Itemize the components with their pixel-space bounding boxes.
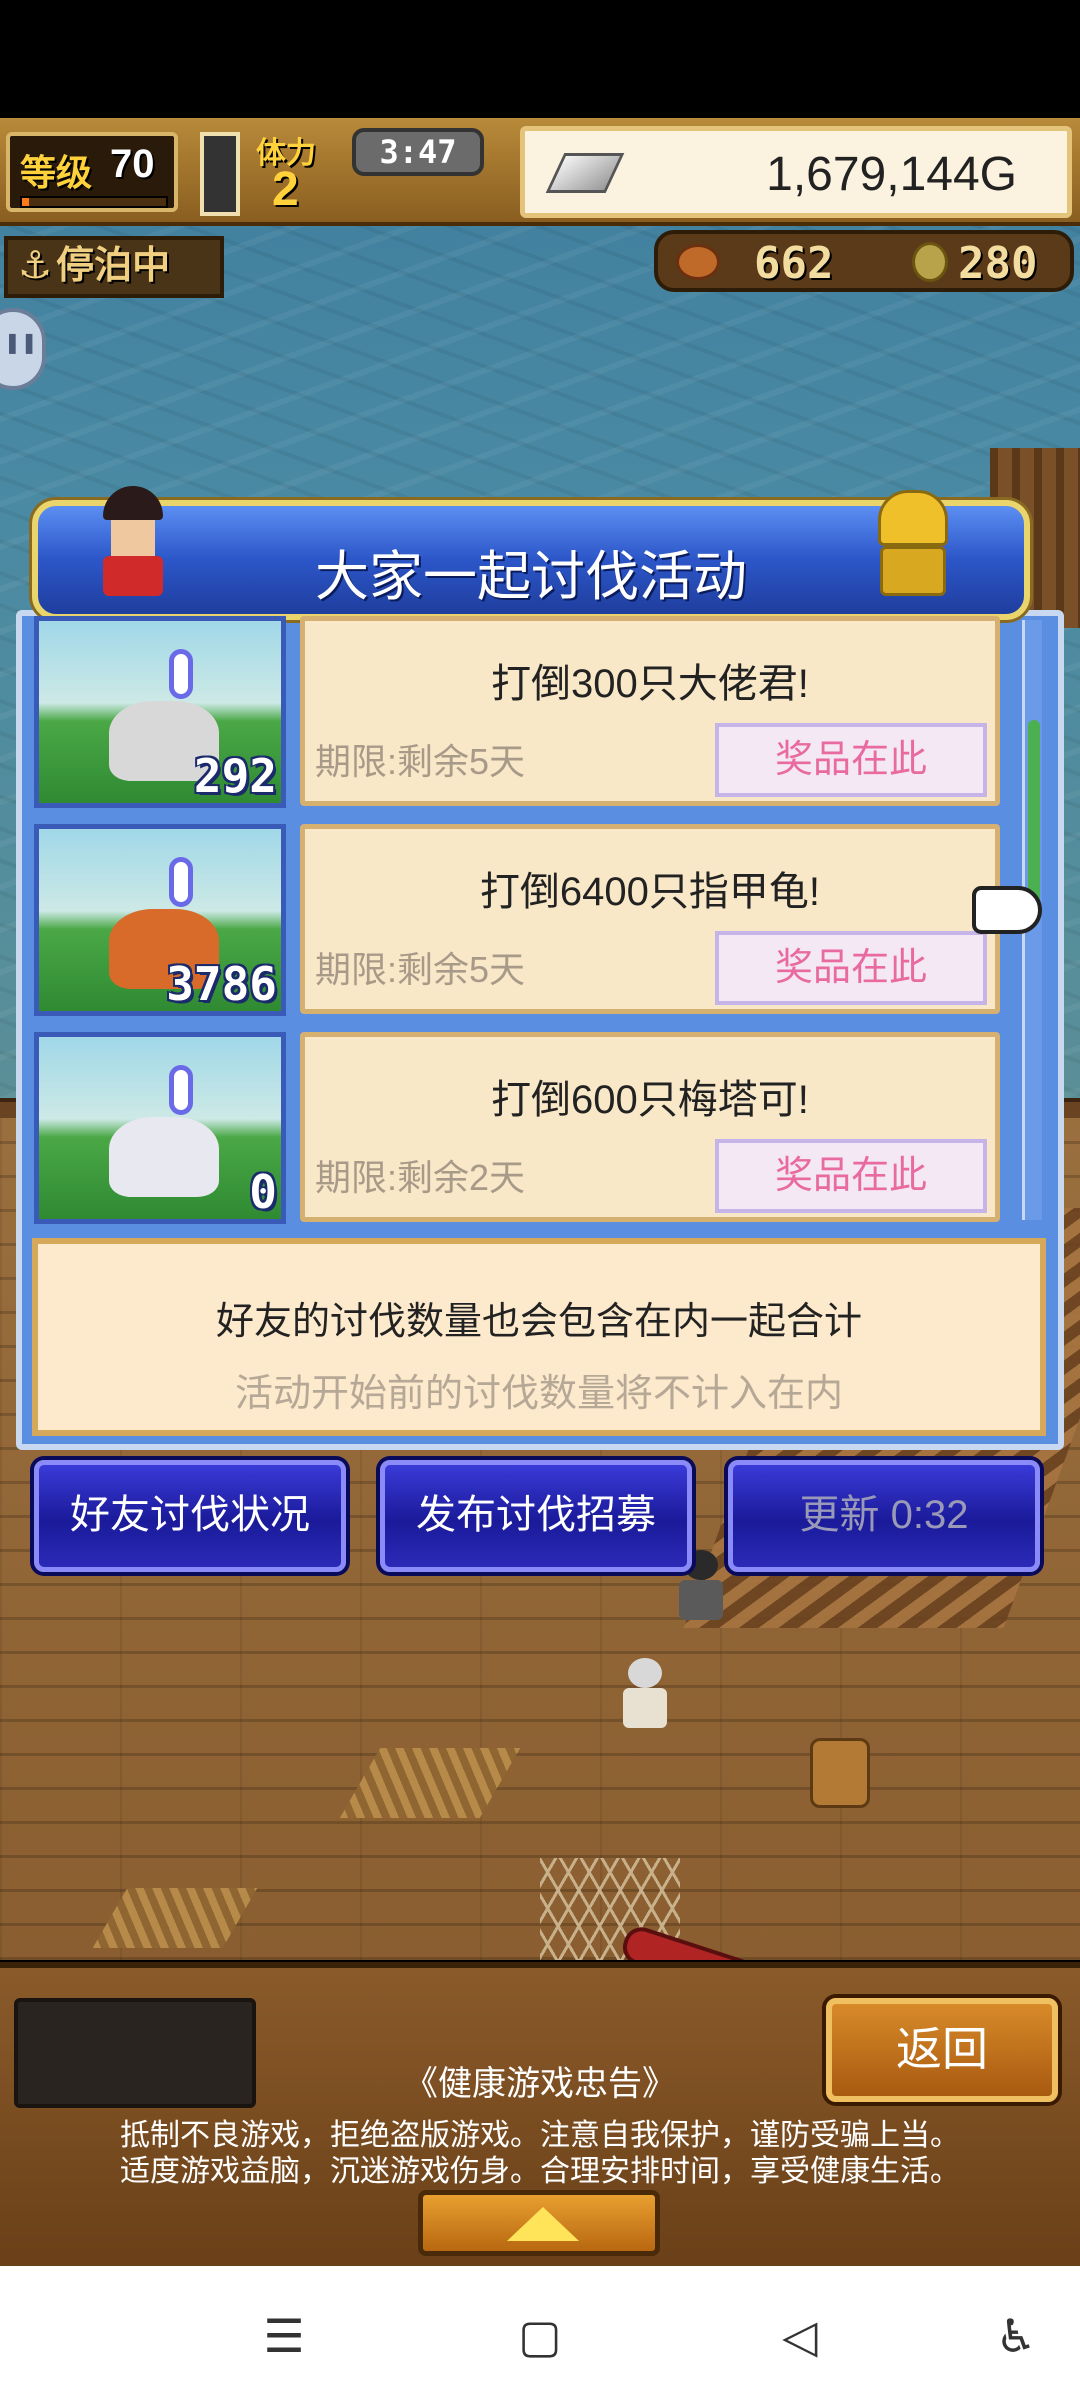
prize-button[interactable]: 奖品在此: [715, 1139, 987, 1213]
event-row[interactable]: 292 打倒300只大佬君! 期限:剩余5天 奖品在此: [28, 612, 1020, 812]
level-value: 70: [110, 142, 155, 186]
back-icon[interactable]: ◁: [760, 2296, 840, 2376]
stamina-gauge: [200, 132, 240, 216]
panel-header: 大家一起讨伐活动: [32, 486, 1030, 620]
event-card: 打倒300只大佬君! 期限:剩余5天 奖品在此: [300, 616, 1000, 806]
health-advisory-line: 适度游戏益脑，沉迷游戏伤身。合理安排时间，享受健康生活。: [120, 2155, 960, 2188]
anchor-icon: ⚓: [18, 245, 53, 287]
event-deadline: 期限:剩余5天: [315, 741, 526, 782]
docked-status-badge: ⚓ 停泊中: [4, 236, 224, 298]
status-label: 停泊中: [56, 245, 171, 287]
event-row[interactable]: 3786 打倒6400只指甲龟! 期限:剩余5天 奖品在此: [28, 820, 1020, 1020]
level-label: 等级: [20, 152, 93, 193]
defeat-count: 0: [249, 1165, 277, 1219]
monster-thumbnail: 292: [34, 616, 286, 808]
cat-monster-icon: [109, 1117, 219, 1197]
golden-knight-sprite: [868, 490, 958, 610]
publish-recruit-button[interactable]: 发布讨伐招募: [380, 1460, 692, 1572]
exclamation-icon: [169, 1065, 193, 1115]
top-hud: 等级 70 体力 2 3:47 1,679,144G: [0, 118, 1080, 226]
silver-bar-icon: [545, 153, 625, 193]
prize-button[interactable]: 奖品在此: [715, 723, 987, 797]
barrel: [810, 1738, 870, 1808]
level-indicator: 等级 70: [6, 132, 178, 212]
event-note: 好友的讨伐数量也会包含在内一起合计 活动开始前的讨伐数量将不计入在内: [32, 1238, 1046, 1436]
event-card: 打倒600只梅塔可! 期限:剩余2天 奖品在此: [300, 1032, 1000, 1222]
gold-value: 1,679,144G: [766, 148, 1017, 201]
level-progress-bar: [20, 196, 168, 208]
medal-coin-icon: [912, 242, 948, 282]
refresh-button[interactable]: 更新 0:32: [728, 1460, 1040, 1572]
prize-button[interactable]: 奖品在此: [715, 931, 987, 1005]
accessibility-icon[interactable]: ♿: [976, 2296, 1056, 2376]
resources-display: 662 280: [654, 230, 1074, 292]
stamina-timer: 3:47: [352, 128, 484, 176]
event-title: 打倒6400只指甲龟!: [479, 870, 821, 914]
defeat-count: 3786: [166, 957, 277, 1011]
event-deadline: 期限:剩余5天: [315, 949, 526, 990]
note-before-start: 活动开始前的讨伐数量将不计入在内: [234, 1373, 843, 1415]
expand-menu-button[interactable]: [418, 2190, 660, 2256]
exclamation-icon: [169, 857, 193, 907]
home-icon[interactable]: ▢: [500, 2296, 580, 2376]
note-friends-count: 好友的讨伐数量也会包含在内一起合计: [215, 1301, 862, 1343]
friend-status-button[interactable]: 好友讨伐状况: [34, 1460, 346, 1572]
monster-thumbnail: 3786: [34, 824, 286, 1016]
meat-value: 662: [754, 238, 834, 289]
bottom-footer: 返回 《健康游戏忠告》 抵制不良游戏，拒绝盗版游戏。注意自我保护，谨防受骗上当。…: [0, 1962, 1080, 2266]
crew-member-sprite[interactable]: [620, 1658, 670, 1728]
event-deadline: 期限:剩余2天: [315, 1157, 526, 1198]
up-arrow-icon: [507, 2207, 579, 2241]
health-advisory-title: 《健康游戏忠告》: [404, 2065, 676, 2103]
menu-icon[interactable]: ☰: [244, 2296, 324, 2376]
defeat-count: 292: [193, 749, 277, 803]
meat-icon: [676, 244, 720, 280]
gold-display: 1,679,144G: [520, 126, 1072, 218]
event-title: 打倒300只大佬君!: [491, 662, 809, 706]
system-navigation-bar: ☰ ▢ ◁ ♿: [0, 2266, 1080, 2400]
pointer-hand-icon: [972, 886, 1042, 934]
coin-value: 280: [958, 238, 1038, 289]
event-title: 打倒600只梅塔可!: [491, 1078, 809, 1122]
event-row[interactable]: 0 打倒600只梅塔可! 期限:剩余2天 奖品在此: [28, 1028, 1020, 1228]
exclamation-icon: [169, 649, 193, 699]
event-card: 打倒6400只指甲龟! 期限:剩余5天 奖品在此: [300, 824, 1000, 1014]
stamina-value: 2: [272, 163, 299, 216]
event-list[interactable]: 292 打倒300只大佬君! 期限:剩余5天 奖品在此 3786 打倒6400只指甲龟! 期…: [28, 612, 1020, 1232]
monster-thumbnail: 0: [34, 1032, 286, 1224]
